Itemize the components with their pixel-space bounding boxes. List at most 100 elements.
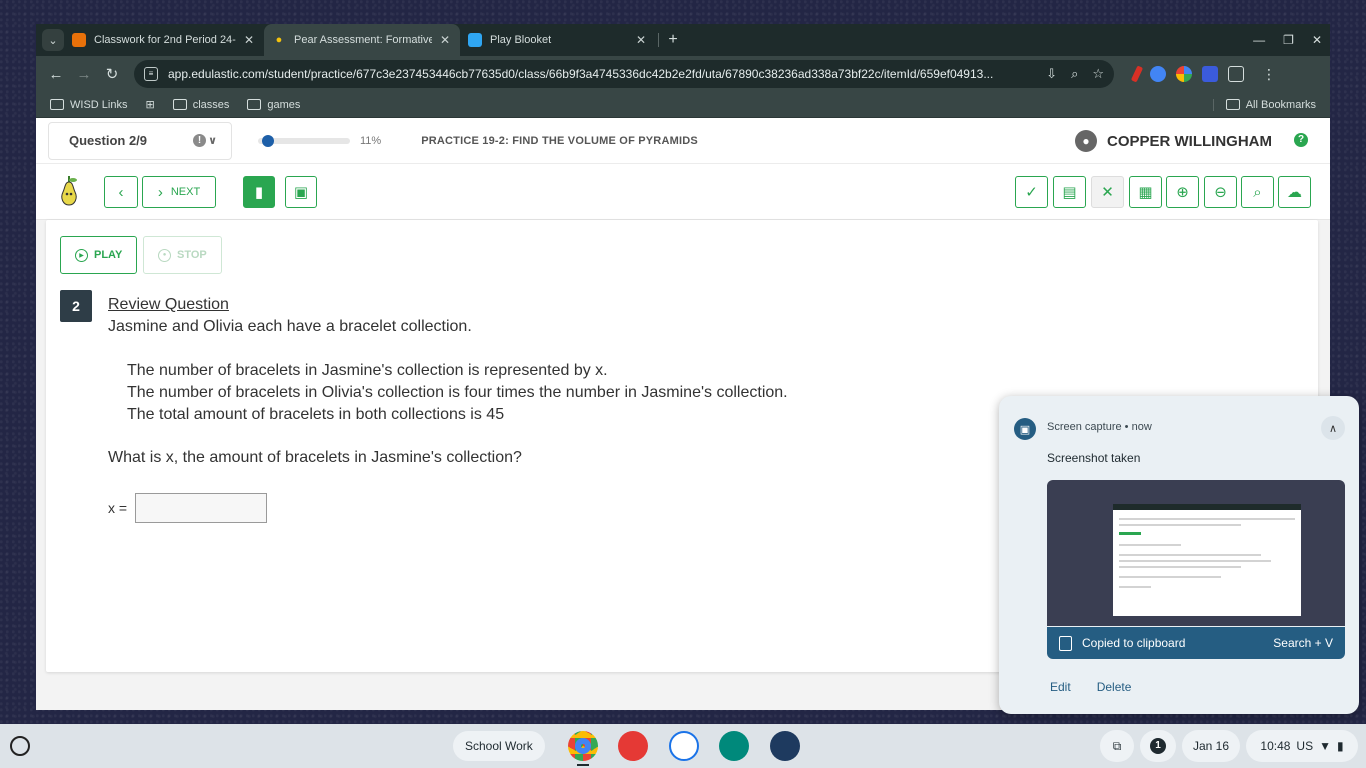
new-tab-button[interactable]: + (661, 31, 685, 49)
notification-count-badge: 1 (1150, 738, 1166, 754)
extension-blue-icon[interactable] (1150, 66, 1166, 82)
tray-clipboard[interactable]: ⧉ (1100, 730, 1134, 762)
pen-extension-icon[interactable] (1130, 65, 1144, 83)
news-app-icon[interactable] (719, 731, 749, 761)
clipboard-icon (1059, 635, 1072, 651)
install-app-icon[interactable]: ⇩ (1046, 66, 1057, 82)
chevron-right-icon: › (157, 183, 163, 201)
notes-icon: ▤ (1062, 183, 1077, 201)
address-bar[interactable]: ≡ app.edulastic.com/student/practice/677… (134, 60, 1114, 88)
tab-classwork[interactable]: Classwork for 2nd Period 24-2 ✕ (64, 24, 264, 56)
all-bookmarks-button[interactable]: All Bookmarks (1212, 98, 1316, 111)
bookmark-label: WISD Links (70, 98, 128, 111)
apps-grid-icon: ⊞ (145, 99, 155, 111)
chevron-down-icon: ∨ (208, 135, 217, 147)
save-button[interactable]: ▣ (285, 176, 317, 208)
question-header-bar: Question 2/9 ! ∨ 11% PRACTICE 19-2: FIND… (36, 118, 1330, 164)
play-label: PLAY (94, 249, 123, 261)
back-icon[interactable]: ← (42, 66, 70, 83)
reference-sheet-button[interactable]: ▤ (1053, 176, 1086, 208)
notification-actions: Edit Delete (1050, 680, 1131, 694)
locale-label: US (1296, 739, 1314, 753)
delete-button[interactable]: Delete (1097, 680, 1132, 694)
notification-header: Screen capture • now (1047, 421, 1152, 433)
calculator-button[interactable]: ▦ (1129, 176, 1162, 208)
check-answer-button[interactable]: ✓ (1015, 176, 1048, 208)
bookmark-games[interactable]: games (247, 99, 300, 111)
extensions-puzzle-icon[interactable] (1228, 66, 1244, 82)
chrome-app-icon[interactable] (568, 731, 598, 761)
send-app-icon[interactable] (669, 731, 699, 761)
restore-icon[interactable]: ❐ (1283, 33, 1294, 47)
folder-link-icon (50, 99, 64, 110)
magnifier-button[interactable]: ⌕ (1241, 176, 1274, 208)
bookmark-star-icon[interactable]: ☆ (1092, 66, 1104, 82)
zoom-out-button[interactable]: ⊖ (1204, 176, 1237, 208)
zoom-icon[interactable]: ⌕ (1071, 66, 1078, 82)
bookmark-label: classes (192, 98, 230, 111)
close-icon[interactable]: ✕ (438, 33, 452, 47)
play-icon: ▶ (75, 248, 88, 262)
notification-time: now (1131, 421, 1152, 433)
tray-status[interactable]: 10:48 US ▼ ▮ (1246, 730, 1358, 762)
tray-date[interactable]: Jan 16 (1182, 730, 1240, 762)
action-toolbar: ‹ › NEXT ▮ ▣ ✓ ▤ ✕ ▦ ⊕ ⊖ ⌕ ☁ (36, 164, 1330, 220)
notification-title: Screenshot taken (1047, 451, 1141, 465)
question-intro: Jasmine and Olivia each have a bracelet … (108, 318, 472, 335)
tab-search-button[interactable]: ⌄ (42, 29, 64, 51)
extension-c-icon[interactable] (1202, 66, 1218, 82)
close-icon[interactable]: ✕ (634, 33, 648, 47)
desk-button[interactable]: School Work (453, 731, 545, 761)
question-heading: Review Question (108, 296, 229, 313)
extension-multicolor-icon[interactable] (1176, 66, 1192, 82)
site-info-icon[interactable]: ≡ (144, 67, 158, 81)
screenshot-thumbnail[interactable] (1047, 480, 1345, 626)
pear-logo-icon (61, 176, 77, 206)
bookmarks-bar: WISD Links ⊞ classes games All Bookmarks (36, 92, 1330, 118)
play-audio-button[interactable]: ▶ PLAY (60, 236, 138, 274)
progress-bar (258, 134, 350, 147)
folder-icon (1225, 99, 1240, 110)
previous-button[interactable]: ‹ (104, 176, 138, 208)
close-icon[interactable]: ✕ (242, 33, 256, 47)
save-icon: ▣ (293, 183, 309, 201)
question-selector[interactable]: Question 2/9 ! ∨ (48, 121, 232, 160)
zoom-in-button[interactable]: ⊕ (1166, 176, 1199, 208)
paint-app-icon[interactable] (618, 731, 648, 761)
url-text[interactable]: app.edulastic.com/student/practice/677c3… (168, 67, 1032, 81)
thumbnail-page-preview (1113, 504, 1301, 616)
next-button[interactable]: › NEXT (142, 176, 216, 208)
browser-menu-icon[interactable]: ⋮ (1262, 66, 1276, 83)
tray-notifications[interactable]: 1 (1140, 730, 1176, 762)
collapse-button[interactable]: ∧ (1321, 416, 1345, 440)
bookmark-wisd-links[interactable]: WISD Links (50, 99, 127, 111)
apps-grid-button[interactable]: ⊞ (145, 98, 154, 111)
stop-audio-button[interactable]: ● STOP (143, 236, 222, 274)
bookmark-classes[interactable]: classes (172, 98, 230, 111)
eliminate-answer-button[interactable]: ✕ (1091, 176, 1124, 208)
student-name: COPPER WILLINGHAM (1107, 132, 1272, 150)
edit-button[interactable]: Edit (1050, 680, 1071, 694)
info-icon: ! (193, 134, 207, 147)
help-icon[interactable]: ? (1294, 133, 1308, 147)
tab-pear-assessment[interactable]: ● Pear Assessment: Formative a ✕ (264, 24, 460, 56)
launcher-icon[interactable] (10, 736, 30, 756)
answer-row: x = (108, 493, 788, 523)
minimize-icon[interactable]: — (1253, 33, 1265, 47)
answer-input[interactable] (135, 493, 268, 523)
screenshot-notification: ▣ Screen capture • now ∧ Screenshot take… (999, 396, 1359, 714)
battery-icon: ▮ (1336, 739, 1344, 753)
question-selector-label: Question 2/9 (69, 133, 148, 148)
bookmark-label: games (267, 98, 301, 111)
question-text: Review Question Jasmine and Olivia each … (108, 294, 788, 523)
chart-app-icon[interactable] (770, 731, 800, 761)
close-window-icon[interactable]: ✕ (1312, 33, 1322, 47)
reload-icon[interactable]: ↻ (98, 65, 126, 83)
assessment-title: PRACTICE 19-2: FIND THE VOLUME OF PYRAMI… (421, 134, 698, 147)
pear-favicon-icon: ● (275, 34, 283, 46)
bookmark-button[interactable]: ▮ (243, 176, 275, 208)
next-label: NEXT (170, 186, 201, 198)
forward-icon[interactable]: → (70, 66, 98, 83)
upload-button[interactable]: ☁ (1278, 176, 1311, 208)
tab-blooket[interactable]: Play Blooket ✕ (460, 24, 656, 56)
